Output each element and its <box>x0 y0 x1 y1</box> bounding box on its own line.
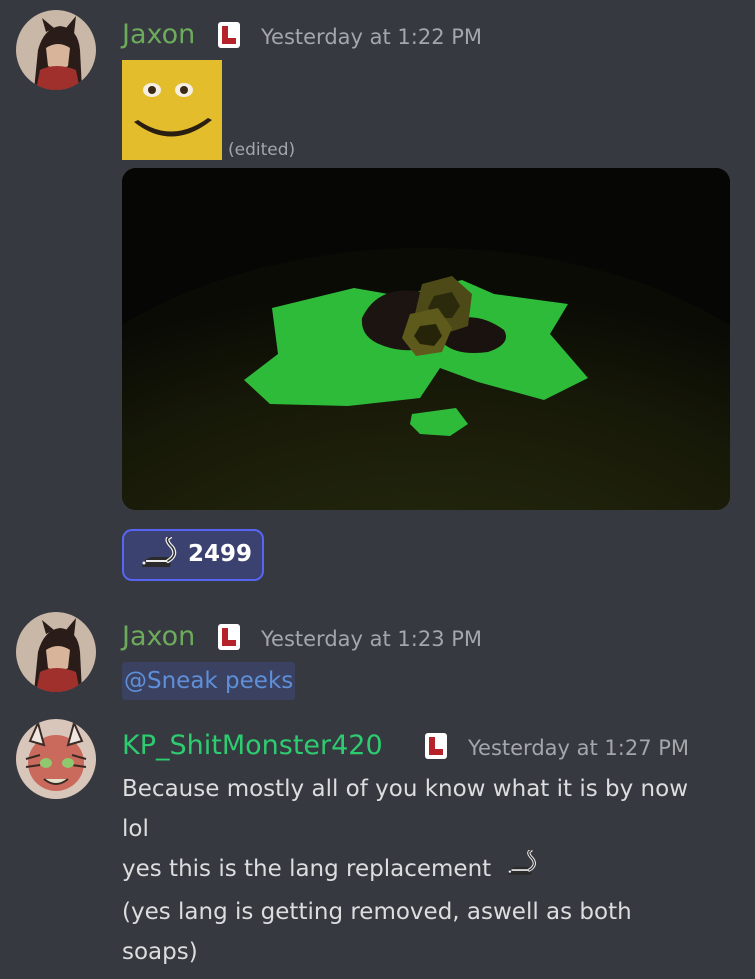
role-badge-icon <box>218 22 240 48</box>
image-attachment[interactable] <box>122 168 730 510</box>
message-line: yes this is the lang replacement <box>122 849 539 895</box>
message-line: lol <box>122 816 149 842</box>
timestamp: Yesterday at 1:22 PM <box>261 25 483 49</box>
timestamp: Yesterday at 1:23 PM <box>261 627 483 651</box>
avatar[interactable] <box>16 612 96 692</box>
message-line: (yes lang is getting removed, aswell as … <box>122 899 632 925</box>
message-line: soaps) <box>122 939 198 965</box>
role-mention[interactable]: @Sneak peeks <box>122 662 296 700</box>
message-text: yes this is the lang replacement <box>122 856 492 882</box>
timestamp: Yesterday at 1:27 PM <box>468 736 690 760</box>
reaction-count: 2499 <box>188 541 253 567</box>
avatar[interactable] <box>16 719 96 799</box>
edited-label: (edited) <box>228 140 296 160</box>
username[interactable]: Jaxon <box>122 18 195 52</box>
smiling-sponge-emoji-icon <box>122 60 222 160</box>
username[interactable]: KP_ShitMonster420 <box>122 729 383 763</box>
skunk-icon <box>505 849 539 895</box>
skunk-icon <box>138 535 180 579</box>
username[interactable]: Jaxon <box>122 620 195 654</box>
avatar[interactable] <box>16 10 96 90</box>
reaction-button[interactable]: 2499 <box>122 529 264 581</box>
role-badge-icon <box>218 624 240 650</box>
role-badge-icon <box>425 733 447 759</box>
message-line: Because mostly all of you know what it i… <box>122 776 689 802</box>
